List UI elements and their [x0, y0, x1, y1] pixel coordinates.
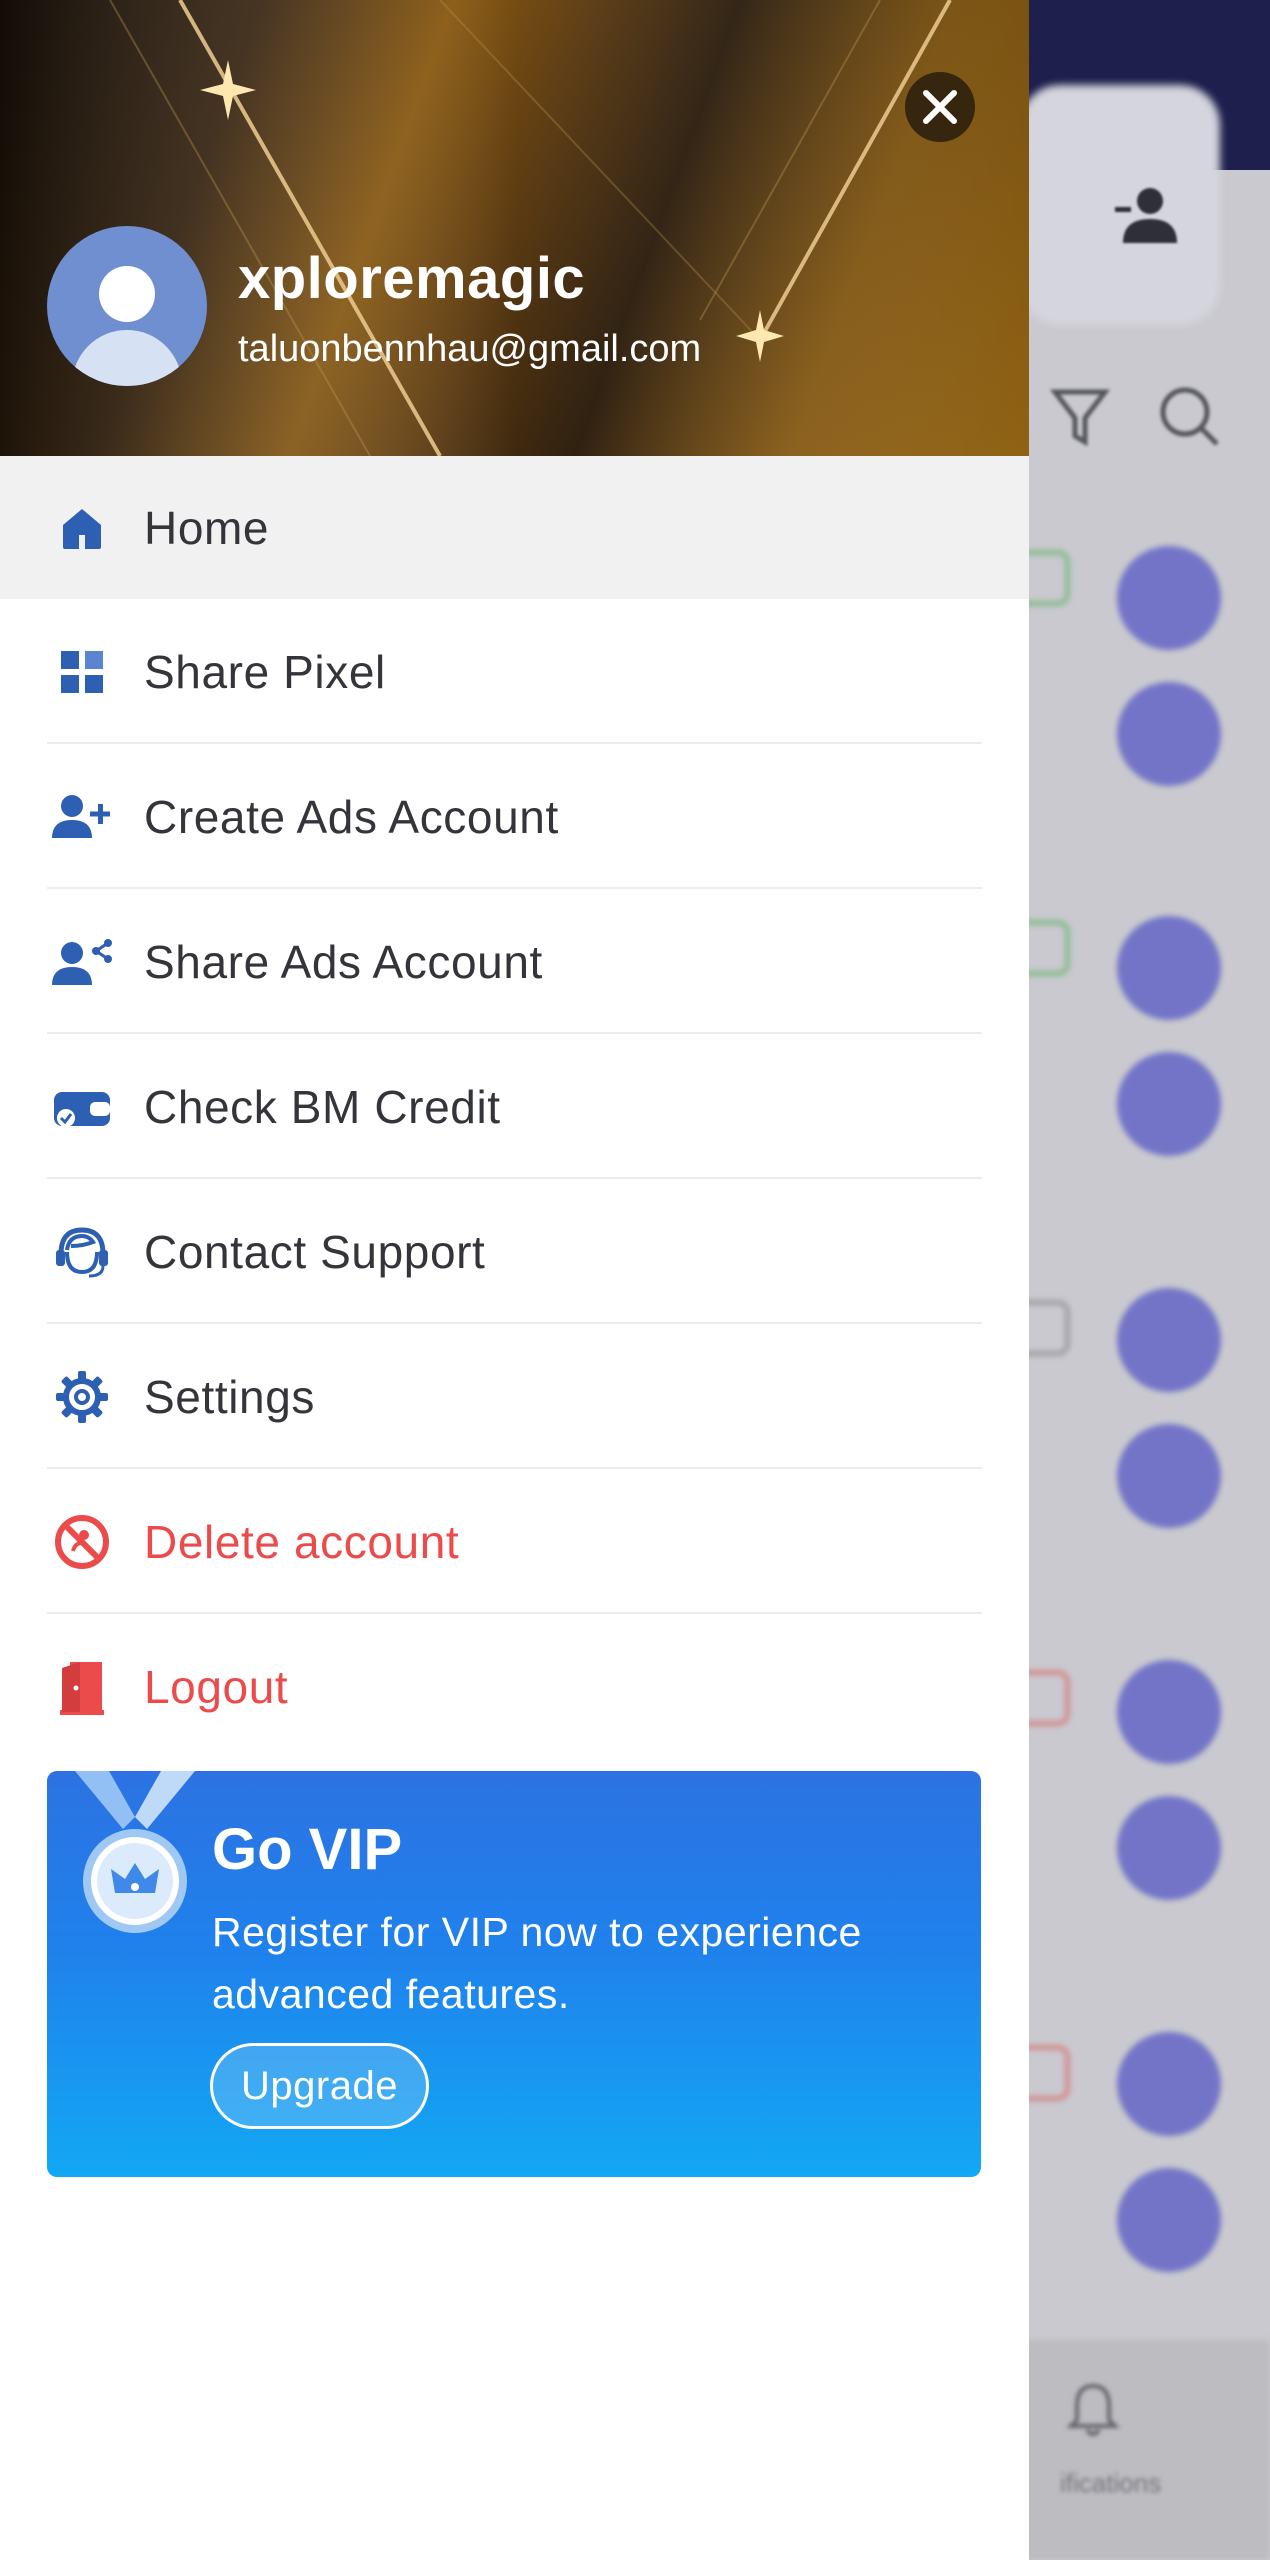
- headset-icon: [50, 1220, 114, 1284]
- block-icon: [50, 1510, 114, 1574]
- avatar-head: [99, 266, 155, 322]
- menu-item-label: Check BM Credit: [144, 1080, 501, 1133]
- drawer-menu: Home Share Pixel Create Ads Account Shar…: [0, 456, 1029, 1759]
- grid-icon: [50, 640, 114, 704]
- menu-item-check-bm-credit[interactable]: Check BM Credit: [0, 1034, 1029, 1179]
- gear-icon: [50, 1365, 114, 1429]
- upgrade-button[interactable]: Upgrade: [210, 2043, 429, 2129]
- vip-title: Go VIP: [212, 1817, 403, 1882]
- navigation-drawer: xploremagic taluonbennhau@gmail.com Home: [0, 0, 1029, 2560]
- wallet-check-icon: [50, 1075, 114, 1139]
- menu-item-label: Share Ads Account: [144, 935, 543, 988]
- drawer-header: xploremagic taluonbennhau@gmail.com: [0, 0, 1029, 456]
- share-user-icon: [50, 930, 114, 994]
- menu-item-share-ads-account[interactable]: Share Ads Account: [0, 889, 1029, 1034]
- menu-item-label: Share Pixel: [144, 645, 386, 698]
- menu-item-label: Contact Support: [144, 1225, 486, 1278]
- menu-item-label: Home: [144, 501, 270, 554]
- home-icon: [50, 496, 114, 560]
- close-button[interactable]: [905, 72, 975, 142]
- vip-card[interactable]: Go VIP Register for VIP now to experienc…: [47, 1771, 981, 2177]
- menu-item-label: Delete account: [144, 1515, 460, 1568]
- menu-item-create-ads-account[interactable]: Create Ads Account: [0, 744, 1029, 889]
- close-icon: [923, 90, 957, 124]
- menu-item-label: Logout: [144, 1660, 289, 1713]
- menu-item-home[interactable]: Home: [0, 456, 1029, 599]
- vip-description: Register for VIP now to experience advan…: [212, 1909, 862, 2017]
- menu-item-share-pixel[interactable]: Share Pixel: [0, 599, 1029, 744]
- user-email: taluonbennhau@gmail.com: [238, 328, 702, 370]
- avatar[interactable]: [47, 226, 207, 386]
- menu-item-logout[interactable]: Logout: [0, 1614, 1029, 1759]
- menu-item-delete-account[interactable]: Delete account: [0, 1469, 1029, 1614]
- menu-item-label: Create Ads Account: [144, 790, 559, 843]
- door-exit-icon: [50, 1655, 114, 1719]
- menu-item-settings[interactable]: Settings: [0, 1324, 1029, 1469]
- avatar-body: [72, 330, 182, 386]
- medal-crown-icon: [75, 1771, 195, 1933]
- add-user-icon: [50, 785, 114, 849]
- menu-item-contact-support[interactable]: Contact Support: [0, 1179, 1029, 1324]
- menu-item-label: Settings: [144, 1370, 316, 1423]
- user-name: xploremagic: [238, 246, 586, 311]
- header-decoration: [0, 0, 1029, 456]
